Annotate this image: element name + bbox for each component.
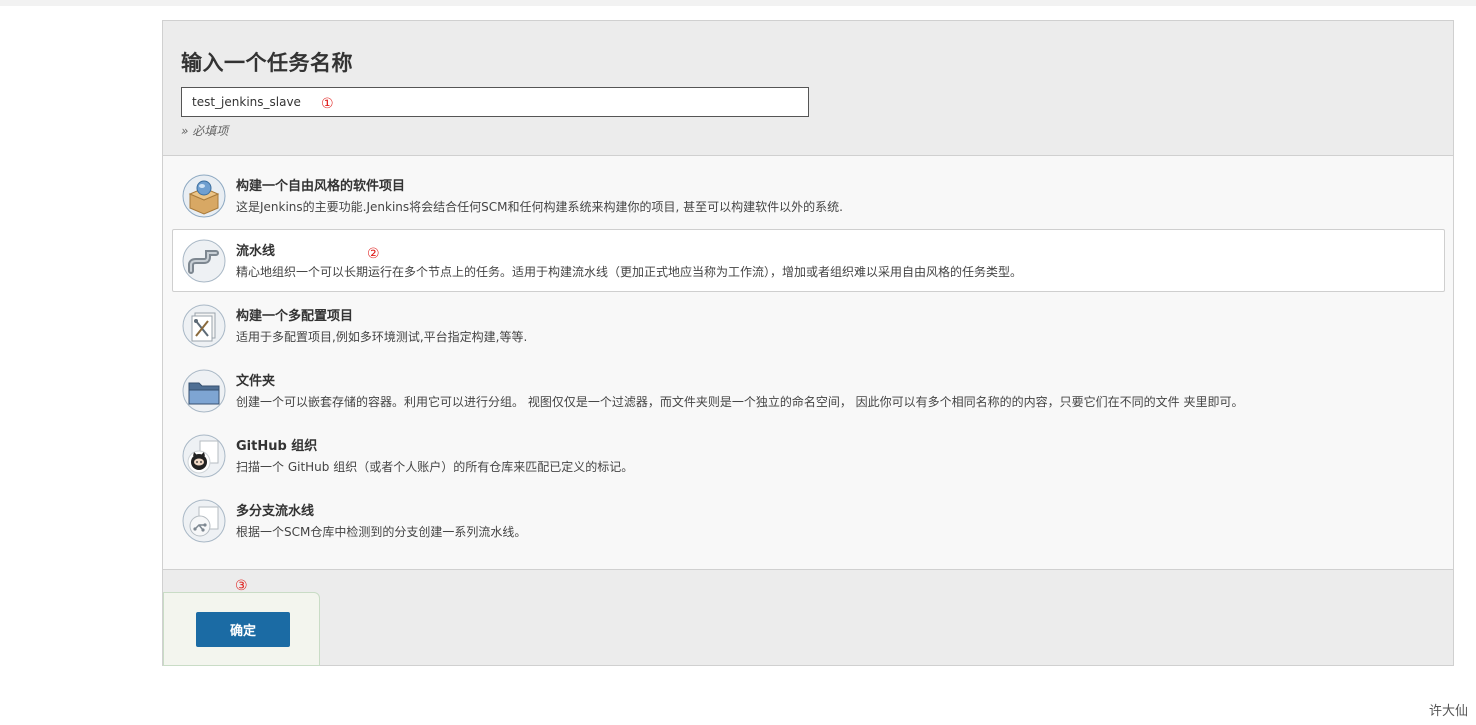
item-type-title: 构建一个多配置项目	[236, 309, 354, 324]
freestyle-package-icon	[182, 174, 226, 218]
ok-button-container: 确定	[163, 592, 320, 666]
annotation-step-2: ②	[367, 246, 380, 262]
new-item-panel: 输入一个任务名称 ① » 必填项 构建一个自由风格的软件项目 这是Jenkins…	[162, 20, 1454, 666]
github-octocat-icon	[182, 434, 226, 478]
item-type-description: 创建一个可以嵌套存储的容器。利用它可以进行分组。 视图仅仅是一个过滤器，而文件夹…	[236, 395, 1244, 409]
item-type-description: 适用于多配置项目,例如多环境测试,平台指定构建,等等.	[236, 330, 528, 344]
pipeline-pipe-icon	[182, 239, 226, 283]
form-actions: ③ 确定	[163, 568, 1453, 666]
page-title: 输入一个任务名称	[181, 51, 353, 75]
item-type-pipeline[interactable]: 流水线 精心地组织一个可以长期运行在多个节点上的任务。适用于构建流水线（更加正式…	[172, 229, 1445, 292]
item-type-description: 根据一个SCM仓库中检测到的分支创建一系列流水线。	[236, 525, 527, 539]
item-type-title: 构建一个自由风格的软件项目	[236, 179, 406, 194]
folder-icon	[182, 369, 226, 413]
annotation-step-3: ③	[235, 578, 248, 594]
item-type-title: 多分支流水线	[236, 504, 315, 519]
multibranch-pipeline-icon	[182, 499, 226, 543]
item-name-input[interactable]	[181, 87, 809, 117]
item-type-freestyle[interactable]: 构建一个自由风格的软件项目 这是Jenkins的主要功能.Jenkins将会结合…	[172, 164, 1445, 227]
item-name-section: 输入一个任务名称 ① » 必填项	[163, 21, 1453, 156]
ok-button[interactable]: 确定	[196, 612, 290, 647]
item-type-title: GitHub 组织	[236, 439, 318, 454]
item-type-title: 文件夹	[236, 374, 276, 389]
item-type-multibranch-pipeline[interactable]: 多分支流水线 根据一个SCM仓库中检测到的分支创建一系列流水线。	[172, 489, 1445, 552]
multi-config-tools-icon	[182, 304, 226, 348]
item-type-folder[interactable]: 文件夹 创建一个可以嵌套存储的容器。利用它可以进行分组。 视图仅仅是一个过滤器，…	[172, 359, 1445, 422]
item-type-github-organization[interactable]: GitHub 组织 扫描一个 GitHub 组织（或者个人账户）的所有仓库来匹配…	[172, 424, 1445, 487]
item-type-title: 流水线	[236, 244, 276, 259]
item-type-description: 扫描一个 GitHub 组织（或者个人账户）的所有仓库来匹配已定义的标记。	[236, 460, 634, 474]
top-strip	[0, 0, 1476, 6]
required-field-note: » 必填项	[181, 124, 229, 138]
item-type-list: 构建一个自由风格的软件项目 这是Jenkins的主要功能.Jenkins将会结合…	[163, 155, 1453, 570]
annotation-step-1: ①	[321, 96, 334, 112]
item-type-multi-config[interactable]: 构建一个多配置项目 适用于多配置项目,例如多环境测试,平台指定构建,等等.	[172, 294, 1445, 357]
item-type-description: 这是Jenkins的主要功能.Jenkins将会结合任何SCM和任何构建系统来构…	[236, 200, 843, 214]
watermark-text: 许大仙	[1428, 704, 1468, 719]
item-type-description: 精心地组织一个可以长期运行在多个节点上的任务。适用于构建流水线（更加正式地应当称…	[236, 265, 1023, 279]
